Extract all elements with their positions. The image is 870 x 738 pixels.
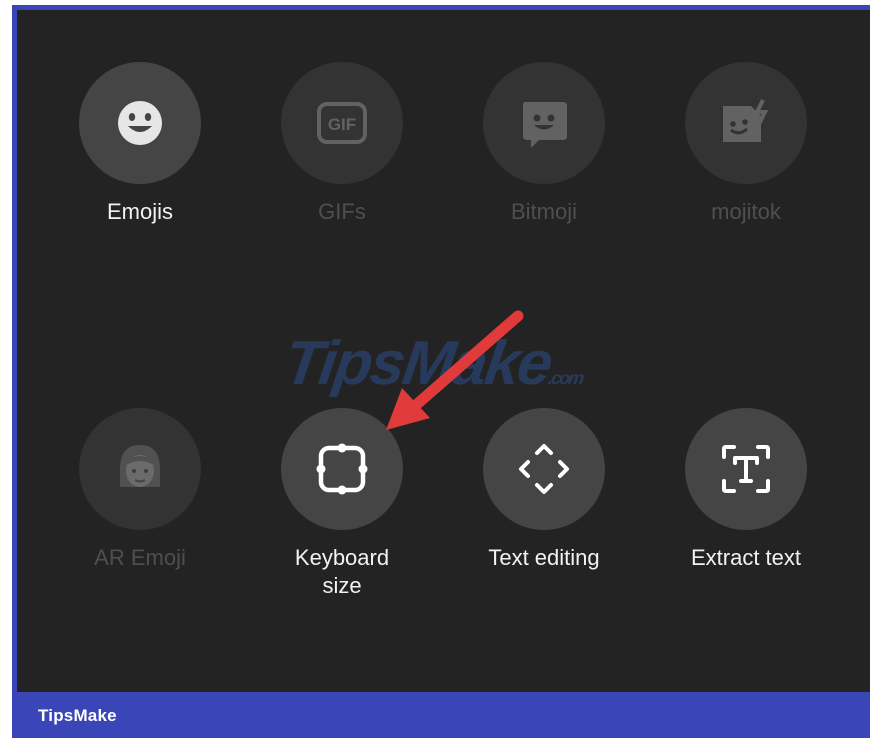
bitmoji-option[interactable]: Bitmoji bbox=[444, 62, 644, 226]
svg-text:GIF: GIF bbox=[328, 115, 356, 134]
text-scan-icon bbox=[722, 445, 770, 493]
text-editing-button[interactable] bbox=[483, 408, 605, 530]
emojis-label: Emojis bbox=[106, 199, 173, 224]
footer-brand: TipsMake bbox=[38, 706, 117, 725]
mojitok-label: mojitok bbox=[711, 199, 781, 224]
smiley-face-icon bbox=[118, 101, 162, 145]
ar-emoji-label: AR Emoji bbox=[94, 545, 186, 570]
footer-bar: TipsMake bbox=[12, 692, 870, 738]
gif-icon: GIF bbox=[317, 102, 367, 144]
mojitok-button[interactable] bbox=[685, 62, 807, 184]
extract-text-option[interactable]: Extract text bbox=[646, 408, 846, 572]
mojitok-option[interactable]: mojitok bbox=[646, 62, 846, 226]
ar-emoji-avatar-icon bbox=[120, 445, 160, 487]
gifs-button[interactable]: GIF bbox=[281, 62, 403, 184]
tipsmake-watermark: TipsMake.com bbox=[280, 328, 589, 399]
ar-emoji-option[interactable]: AR Emoji bbox=[40, 408, 240, 572]
bitmoji-icon bbox=[523, 102, 567, 148]
bitmoji-button[interactable] bbox=[483, 62, 605, 184]
emojis-button[interactable] bbox=[79, 62, 201, 184]
bitmoji-label: Bitmoji bbox=[510, 199, 577, 224]
text-editing-option[interactable]: Text editing bbox=[444, 408, 644, 572]
keyboard-size-option[interactable]: Keyboard size bbox=[242, 408, 442, 600]
extract-text-button[interactable] bbox=[685, 408, 807, 530]
emojis-option[interactable]: Emojis bbox=[40, 62, 240, 226]
watermark-text: TipsMake bbox=[280, 329, 556, 398]
keyboard-size-button[interactable] bbox=[281, 408, 403, 530]
resize-frame-icon bbox=[316, 443, 368, 495]
cursor-arrows-icon bbox=[519, 444, 569, 494]
gifs-option[interactable]: GIF GIFs bbox=[242, 62, 442, 226]
text-editing-label: Text editing bbox=[488, 545, 600, 570]
gifs-label: GIFs bbox=[318, 199, 366, 224]
extract-text-label: Extract text bbox=[690, 545, 802, 570]
ar-emoji-button[interactable] bbox=[79, 408, 201, 530]
keyboard-expression-panel: Emojis GIF GIFs Bitmoji mojitok AR Emoji… bbox=[17, 10, 870, 692]
keyboard-size-label: Keyboard size bbox=[294, 545, 390, 598]
mojitok-sticker-icon bbox=[723, 99, 769, 142]
watermark-suffix: .com bbox=[546, 368, 584, 388]
screenshot-frame: Emojis GIF GIFs Bitmoji mojitok AR Emoji… bbox=[0, 0, 870, 738]
